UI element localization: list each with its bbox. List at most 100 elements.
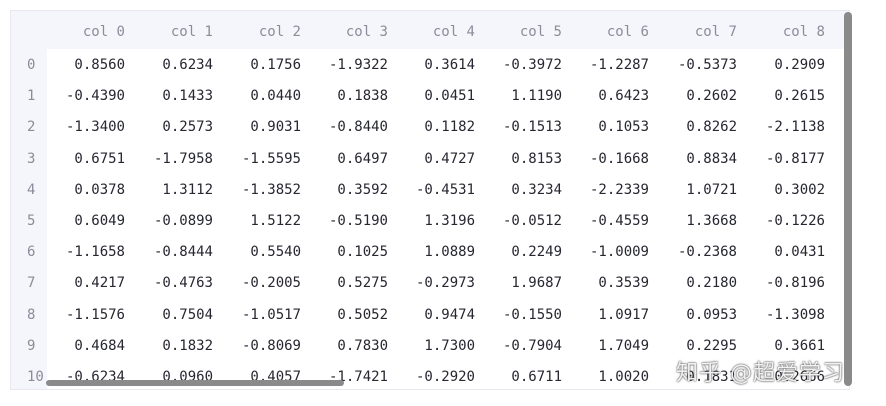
table-cell[interactable]: 0.8834 [651,149,737,169]
table-cell[interactable]: -0.4531 [389,180,475,200]
table-cell[interactable]: 0.7504 [127,305,213,325]
table-cell[interactable]: -0.7904 [476,336,562,356]
column-header[interactable]: col 5 [476,22,562,42]
table-cell[interactable]: -1.9322 [302,55,388,75]
table-cell[interactable]: 0.0431 [739,242,825,262]
table-cell[interactable]: -0.2368 [651,242,737,262]
table-cell[interactable]: 1.9687 [476,273,562,293]
table-cell[interactable]: -0.8444 [127,242,213,262]
table-cell[interactable]: 0.2602 [651,86,737,106]
table-cell[interactable]: 0.2573 [127,117,213,137]
table-cell[interactable]: 1.0020 [563,367,649,387]
table-cell[interactable]: 0.1433 [127,86,213,106]
table-cell[interactable]: 0.6497 [302,149,388,169]
table-cell[interactable]: 0.6049 [39,211,125,231]
table-cell[interactable]: -2.1138 [739,117,825,137]
column-header[interactable]: col 7 [651,22,737,42]
table-cell[interactable]: 0.3002 [739,180,825,200]
table-cell[interactable]: 0.1756 [215,55,301,75]
table-cell[interactable]: -0.1668 [563,149,649,169]
table-cell[interactable]: 0.2615 [739,86,825,106]
table-cell[interactable]: -0.4559 [563,211,649,231]
table-cell[interactable]: 0.0378 [39,180,125,200]
table-cell[interactable]: 0.6751 [39,149,125,169]
vertical-scrollbar[interactable] [844,12,852,386]
table-cell[interactable]: -1.5595 [215,149,301,169]
table-cell[interactable]: 1.3112 [127,180,213,200]
table-cell[interactable]: 0.4217 [39,273,125,293]
table-cell[interactable]: -0.1513 [476,117,562,137]
table-cell[interactable]: -0.2005 [215,273,301,293]
column-header[interactable]: col 8 [739,22,825,42]
table-cell[interactable]: -0.4390 [39,86,125,106]
table-cell[interactable]: 0.0451 [389,86,475,106]
table-cell[interactable]: 1.5122 [215,211,301,231]
table-cell[interactable]: 0.2909 [739,55,825,75]
table-cell[interactable]: 1.7300 [389,336,475,356]
table-cell[interactable]: -0.1226 [739,211,825,231]
table-cell[interactable]: 0.2180 [651,273,737,293]
table-cell[interactable]: -0.8196 [739,273,825,293]
table-cell[interactable]: -1.3400 [39,117,125,137]
table-cell[interactable]: 0.1025 [302,242,388,262]
table-cell[interactable]: 0.1832 [127,336,213,356]
table-cell[interactable]: 0.8262 [651,117,737,137]
column-header[interactable]: col 3 [302,22,388,42]
table-cell[interactable]: -0.0899 [127,211,213,231]
table-cell[interactable]: 1.0721 [651,180,737,200]
table-cell[interactable]: 1.0917 [563,305,649,325]
table-cell[interactable]: -0.1550 [476,305,562,325]
table-cell[interactable]: -0.3972 [476,55,562,75]
table-cell[interactable]: 0.6234 [127,55,213,75]
table-cell[interactable]: 0.3539 [563,273,649,293]
table-cell[interactable]: 0.3661 [739,336,825,356]
table-cell[interactable]: -0.8177 [739,149,825,169]
table-cell[interactable]: -1.1576 [39,305,125,325]
table-cell[interactable]: 0.3592 [302,180,388,200]
table-cell[interactable]: 0.0953 [651,305,737,325]
table-cell[interactable]: 0.2295 [651,336,737,356]
table-cell[interactable]: -1.7958 [127,149,213,169]
table-cell[interactable]: -1.0517 [215,305,301,325]
table-cell[interactable]: -0.5190 [302,211,388,231]
table-cell[interactable]: 0.9031 [215,117,301,137]
column-header[interactable]: col 0 [39,22,125,42]
table-cell[interactable]: 0.5540 [215,242,301,262]
table-cell[interactable]: 0.1838 [302,86,388,106]
table-cell[interactable]: -0.0512 [476,211,562,231]
table-cell[interactable]: -0.5373 [651,55,737,75]
column-header[interactable]: col 6 [563,22,649,42]
table-cell[interactable]: -0.2973 [389,273,475,293]
table-cell[interactable]: -0.4763 [127,273,213,293]
table-cell[interactable]: -0.8069 [215,336,301,356]
table-cell[interactable]: 0.2249 [476,242,562,262]
table-cell[interactable]: -1.3852 [215,180,301,200]
table-cell[interactable]: 0.5275 [302,273,388,293]
table-cell[interactable]: 0.4727 [389,149,475,169]
table-cell[interactable]: 0.6423 [563,86,649,106]
table-cell[interactable]: 0.8153 [476,149,562,169]
table-cell[interactable]: 0.3234 [476,180,562,200]
table-cell[interactable]: -1.0009 [563,242,649,262]
table-cell[interactable]: 0.5052 [302,305,388,325]
column-header[interactable]: col 4 [389,22,475,42]
table-cell[interactable]: -0.2920 [389,367,475,387]
table-cell[interactable]: 0.1182 [389,117,475,137]
table-cell[interactable]: 0.1053 [563,117,649,137]
table-cell[interactable]: 0.8560 [39,55,125,75]
table-cell[interactable]: -0.8440 [302,117,388,137]
table-cell[interactable]: 0.0440 [215,86,301,106]
column-header[interactable]: col 2 [215,22,301,42]
table-cell[interactable]: 1.0889 [389,242,475,262]
table-cell[interactable]: 1.3196 [389,211,475,231]
table-cell[interactable]: 1.1190 [476,86,562,106]
table-cell[interactable]: 0.6711 [476,367,562,387]
table-cell[interactable]: -2.2339 [563,180,649,200]
table-cell[interactable]: 1.3668 [651,211,737,231]
table-cell[interactable]: -1.1658 [39,242,125,262]
table-cell[interactable]: -1.2287 [563,55,649,75]
table-cell[interactable]: 0.3614 [389,55,475,75]
table-cell[interactable]: 0.4684 [39,336,125,356]
table-cell[interactable]: 0.7830 [302,336,388,356]
horizontal-scrollbar[interactable] [46,380,344,386]
